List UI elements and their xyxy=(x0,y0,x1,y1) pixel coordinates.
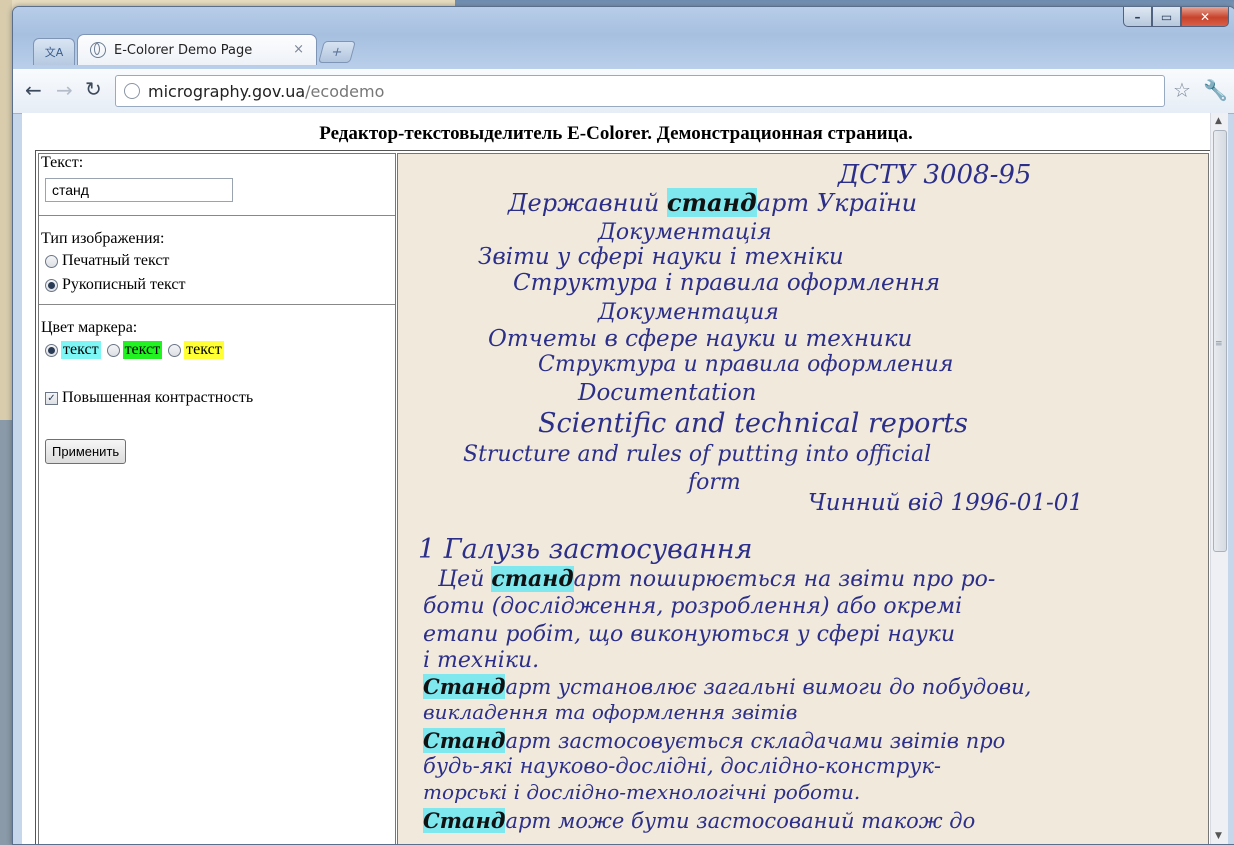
bookmark-star-icon[interactable]: ☆ xyxy=(1173,78,1191,102)
options-panel: Текст: станд Тип изображения: Печатный т… xyxy=(38,153,396,844)
scroll-up-arrow-icon[interactable]: ▲ xyxy=(1215,116,1222,126)
printed-label: Печатный текст xyxy=(62,252,170,269)
image-type-handwritten-option[interactable]: Рукописный текст xyxy=(45,276,391,294)
close-window-button[interactable]: ✕ xyxy=(1181,7,1229,27)
url-text: micrography.gov.ua/ecodemo xyxy=(148,82,384,101)
browser-window: – ▭ ✕ 文A E-Colorer Demo Page × + ← → ↻ m… xyxy=(12,6,1234,845)
reload-icon[interactable]: ↻ xyxy=(85,77,102,101)
doc-line: Структура і правила оформлення xyxy=(513,270,941,296)
translate-icon[interactable]: 文A xyxy=(33,38,75,65)
url-path: /ecodemo xyxy=(305,81,385,101)
marker-yellow-radio[interactable] xyxy=(168,343,182,357)
tab-close-icon[interactable]: × xyxy=(293,42,304,57)
doc-line: етапи робіт, що виконуються у сфері наук… xyxy=(423,622,956,647)
content-table: Текст: станд Тип изображения: Печатный т… xyxy=(35,150,1210,844)
back-arrow-icon[interactable]: ← xyxy=(25,78,42,102)
window-controls: – ▭ ✕ xyxy=(1123,7,1229,27)
browser-toolbar: ← → ↻ micrography.gov.ua/ecodemo ☆ 🔧 xyxy=(13,69,1234,114)
doc-line: Documentation xyxy=(578,380,757,406)
marker-section: Цвет маркера: текст текст текст ✓ Повыше… xyxy=(39,305,395,464)
doc-line: ДСТУ 3008-95 xyxy=(838,160,1032,190)
contrast-label: Повышенная контрастность xyxy=(62,389,254,406)
new-tab-button[interactable]: + xyxy=(318,41,356,63)
text-section: Текст: станд xyxy=(39,154,395,216)
scrollbar-grip-icon: ≡ xyxy=(1215,339,1223,349)
doc-line: Структура и правила оформления xyxy=(538,352,954,377)
doc-line: торські і дослідно-технологічні роботи. xyxy=(423,780,861,804)
highlight-mark: Станд xyxy=(423,728,506,753)
page-globe-icon xyxy=(90,42,106,58)
scroll-down-arrow-icon[interactable]: ▼ xyxy=(1215,831,1222,841)
vertical-scrollbar[interactable]: ▲ ≡ ▼ xyxy=(1210,113,1228,844)
doc-line-highlighted: Стандарт застосовується складачами звіті… xyxy=(423,728,1006,753)
marker-yellow-swatch: текст xyxy=(184,341,224,359)
marker-cyan-swatch: текст xyxy=(61,341,101,359)
url-host: micrography.gov.ua xyxy=(148,81,306,101)
contrast-checkbox[interactable]: ✓ xyxy=(45,391,58,405)
highlight-mark: Станд xyxy=(423,674,506,699)
maximize-button[interactable]: ▭ xyxy=(1152,7,1181,27)
forward-arrow-icon[interactable]: → xyxy=(56,78,73,102)
handwritten-radio[interactable] xyxy=(45,278,58,292)
handwritten-document-image: ДСТУ 3008-95 Державний стандарт України … xyxy=(397,153,1209,844)
marker-options: текст текст текст xyxy=(45,341,391,359)
highlight-mark: станд xyxy=(491,566,574,592)
doc-line: Документация xyxy=(598,300,779,325)
site-globe-icon xyxy=(124,83,140,99)
marker-green-swatch: текст xyxy=(122,341,163,359)
doc-line-highlighted: Цей стандарт поширюється на звіти про ро… xyxy=(438,566,996,592)
tab-ecolorer-demo[interactable]: E-Colorer Demo Page × xyxy=(77,34,317,65)
highlight-mark: Станд xyxy=(423,808,506,833)
doc-line: і техніки. xyxy=(423,648,540,673)
handwritten-label: Рукописный текст xyxy=(62,276,186,293)
doc-line: Отчеты в сфере науки и техники xyxy=(488,326,913,352)
search-text-input[interactable]: станд xyxy=(45,178,233,202)
doc-line-highlighted: Державний стандарт України xyxy=(508,188,918,217)
image-type-section: Тип изображения: Печатный текст Рукописн… xyxy=(39,216,395,305)
highlight-mark: станд xyxy=(667,188,757,217)
doc-line: викладення та оформлення звітів xyxy=(423,700,798,724)
doc-line-highlighted: Стандарт установлює загальні вимоги до п… xyxy=(423,674,1032,699)
text-label: Текст: xyxy=(41,154,84,171)
image-type-label: Тип изображения: xyxy=(41,230,165,247)
image-type-printed-option[interactable]: Печатный текст xyxy=(45,252,391,270)
tab-title: E-Colorer Demo Page xyxy=(114,42,253,58)
search-text-value: станд xyxy=(52,182,89,198)
wrench-menu-icon[interactable]: 🔧 xyxy=(1203,78,1228,102)
printed-radio[interactable] xyxy=(45,254,58,268)
minimize-button[interactable]: – xyxy=(1123,7,1152,27)
doc-line: 1 Галузь застосування xyxy=(418,534,753,565)
background-strip xyxy=(0,0,12,420)
plus-icon: + xyxy=(329,44,345,60)
doc-line: Чинний від 1996-01-01 xyxy=(808,490,1084,516)
doc-line: Звіти у сфері науки і техніки xyxy=(478,244,844,270)
doc-line: Документація xyxy=(598,220,772,245)
doc-line: Scientific and technical reports xyxy=(538,408,969,439)
marker-cyan-radio[interactable] xyxy=(45,343,58,357)
apply-button[interactable]: Применить xyxy=(45,439,127,464)
doc-line-highlighted: Стандарт може бути застосований також до xyxy=(423,808,976,833)
marker-label: Цвет маркера: xyxy=(41,319,138,336)
doc-line: боти (дослідження, розроблення) або окре… xyxy=(423,594,963,619)
doc-line: будь-які науково-дослідні, дослідно-конс… xyxy=(423,754,941,778)
tab-strip: 文A E-Colorer Demo Page × + xyxy=(33,33,356,65)
doc-line: Structure and rules of putting into offi… xyxy=(463,442,932,467)
page-viewport: Редактор-текстовыделитель E-Colorer. Дем… xyxy=(22,113,1210,844)
address-bar[interactable]: micrography.gov.ua/ecodemo xyxy=(115,75,1165,107)
page-title: Редактор-текстовыделитель E-Colorer. Дем… xyxy=(319,123,913,144)
titlebar: – ▭ ✕ 文A E-Colorer Demo Page × + xyxy=(13,7,1234,69)
doc-line: form xyxy=(688,470,741,495)
marker-green-radio[interactable] xyxy=(106,343,120,357)
contrast-option[interactable]: ✓ Повышенная контрастность xyxy=(45,389,391,407)
